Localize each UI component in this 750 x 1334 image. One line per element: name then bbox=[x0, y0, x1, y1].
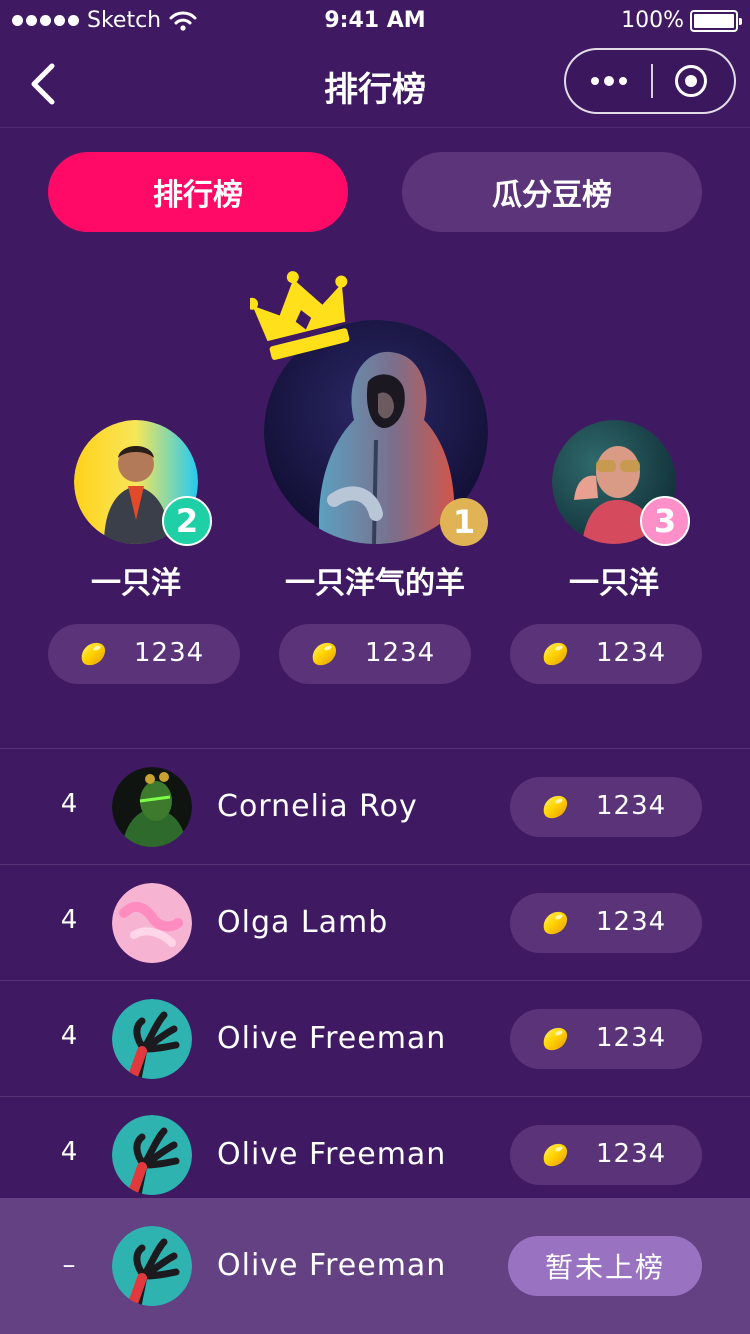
navigation-bar: 排行榜 bbox=[0, 40, 750, 128]
row-rank: 4 bbox=[60, 789, 78, 819]
row-name: Olga Lamb bbox=[217, 905, 389, 940]
row-rank: 4 bbox=[60, 905, 78, 935]
score-value: 1234 bbox=[596, 1139, 667, 1169]
row-score: 1234 bbox=[510, 1125, 702, 1185]
battery-percent: 100% bbox=[621, 8, 684, 33]
more-button[interactable] bbox=[566, 50, 652, 112]
podium-score-rank-1: 1234 bbox=[279, 624, 471, 684]
avatar bbox=[112, 999, 192, 1079]
crown-icon bbox=[250, 271, 350, 360]
battery-icon bbox=[690, 9, 742, 32]
bean-icon bbox=[78, 639, 108, 669]
tab-bean-split-leaderboard[interactable]: 瓜分豆榜 bbox=[402, 152, 702, 232]
podium-name-rank-3: 一只洋 bbox=[569, 566, 659, 601]
row-name: Olive Freeman bbox=[217, 1137, 447, 1172]
list-item[interactable]: 4 Olive Freeman 1234 bbox=[0, 980, 750, 1096]
score-value: 1234 bbox=[134, 638, 205, 668]
bean-icon bbox=[540, 792, 570, 822]
podium-score-rank-3: 1234 bbox=[510, 624, 702, 684]
avatar bbox=[112, 1115, 192, 1195]
battery-info: 100% bbox=[621, 8, 742, 33]
row-name: Cornelia Roy bbox=[217, 789, 418, 824]
bean-icon bbox=[540, 1140, 570, 1170]
my-name: Olive Freeman bbox=[217, 1248, 447, 1283]
avatar bbox=[112, 767, 192, 847]
score-value: 1234 bbox=[365, 638, 436, 668]
my-avatar bbox=[112, 1226, 192, 1306]
rank-badge-3: 3 bbox=[640, 496, 690, 546]
row-name: Olive Freeman bbox=[217, 1021, 447, 1056]
row-score: 1234 bbox=[510, 893, 702, 953]
list-item[interactable]: 4 Olive Freeman 1234 bbox=[0, 1096, 750, 1212]
tab-leaderboard[interactable]: 排行榜 bbox=[48, 152, 348, 232]
list-item[interactable]: 4 Cornelia Roy 1234 bbox=[0, 748, 750, 864]
score-value: 1234 bbox=[596, 907, 667, 937]
score-value: 1234 bbox=[596, 1023, 667, 1053]
score-value: 1234 bbox=[596, 638, 667, 668]
bean-icon bbox=[540, 639, 570, 669]
podium-name-rank-1: 一只洋气的羊 bbox=[285, 566, 465, 601]
list-item[interactable]: 4 Olga Lamb 1234 bbox=[0, 864, 750, 980]
row-rank: 4 bbox=[60, 1137, 78, 1167]
rank-badge-1: 1 bbox=[440, 498, 488, 546]
score-value: 1234 bbox=[596, 791, 667, 821]
my-rank: – bbox=[62, 1250, 76, 1280]
row-score: 1234 bbox=[510, 777, 702, 837]
mini-program-capsule bbox=[564, 48, 736, 114]
bean-icon bbox=[540, 1024, 570, 1054]
not-ranked-badge: 暂未上榜 bbox=[508, 1236, 702, 1296]
podium-name-rank-2: 一只洋 bbox=[91, 566, 181, 601]
leaderboard-screen: Sketch 9:41 AM 100% 排行榜 排行榜 瓜分豆榜 1 2 3 一… bbox=[0, 0, 750, 1334]
more-dots-icon bbox=[591, 77, 599, 85]
podium-score-rank-2: 1234 bbox=[48, 624, 240, 684]
record-circle-icon bbox=[675, 65, 707, 97]
my-rank-row[interactable]: – Olive Freeman 暂未上榜 bbox=[0, 1198, 750, 1334]
bean-icon bbox=[540, 908, 570, 938]
bean-icon bbox=[309, 639, 339, 669]
status-bar: Sketch 9:41 AM 100% bbox=[0, 0, 750, 40]
rank-badge-2: 2 bbox=[162, 496, 212, 546]
row-score: 1234 bbox=[510, 1009, 702, 1069]
row-rank: 4 bbox=[60, 1021, 78, 1051]
close-mini-program-button[interactable] bbox=[648, 50, 734, 112]
avatar bbox=[112, 883, 192, 963]
